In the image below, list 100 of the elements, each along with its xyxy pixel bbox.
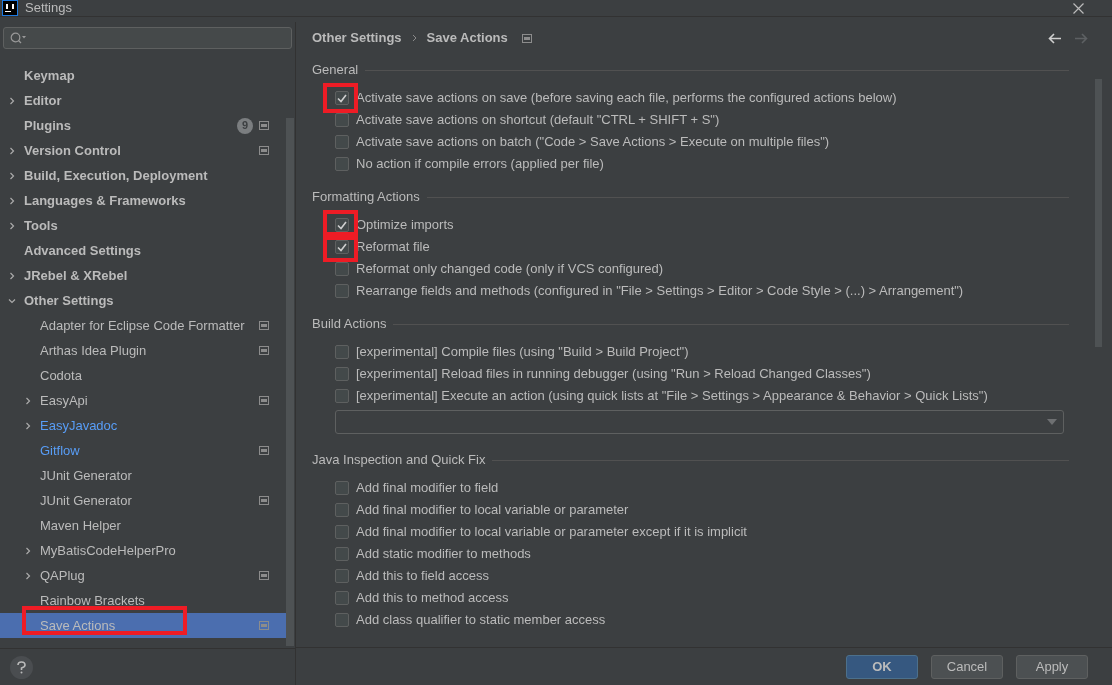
checkbox[interactable]: [335, 389, 349, 403]
back-arrow-icon[interactable]: [1048, 32, 1062, 44]
checkbox-label: No action if compile errors (applied per file): [356, 155, 604, 174]
checkbox[interactable]: [335, 135, 349, 149]
count-badge: 9: [237, 117, 253, 134]
app-logo-icon: [2, 0, 18, 16]
chevron-right-icon[interactable]: [8, 221, 16, 230]
chevron-right-icon[interactable]: [24, 421, 32, 430]
checkbox[interactable]: [335, 591, 349, 605]
checkbox[interactable]: [335, 547, 349, 561]
sidebar-item[interactable]: Build, Execution, Deployment: [0, 163, 286, 188]
checkbox-label: Add static modifier to methods: [356, 545, 531, 564]
chevron-right-icon[interactable]: [24, 571, 32, 580]
checkbox[interactable]: [335, 157, 349, 171]
sidebar-item[interactable]: EasyApi: [0, 388, 286, 413]
sidebar-item[interactable]: EasyJavadoc: [0, 413, 286, 438]
checkbox[interactable]: [335, 525, 349, 539]
sidebar-item-label: QAPlug: [40, 566, 85, 585]
sidebar-item-label: JUnit Generator: [40, 466, 132, 485]
close-icon[interactable]: [1073, 2, 1084, 14]
checkbox[interactable]: [335, 284, 349, 298]
sidebar-item-label: Arthas Idea Plugin: [40, 341, 147, 360]
checkbox[interactable]: [335, 91, 349, 105]
chevron-right-icon[interactable]: [24, 396, 32, 405]
sidebar-item[interactable]: Keymap: [0, 63, 286, 88]
sidebar-item[interactable]: JRebel & XRebel: [0, 263, 286, 288]
sidebar-item[interactable]: Rainbow Brackets: [0, 588, 286, 613]
sidebar-item-label: Maven Helper: [40, 516, 121, 535]
breadcrumb-current: Save Actions: [426, 29, 508, 48]
chevron-right-icon[interactable]: [8, 171, 16, 180]
chevron-right-icon[interactable]: [24, 546, 32, 555]
sidebar-item-label: JRebel & XRebel: [24, 266, 128, 285]
section-title: General: [312, 61, 359, 80]
checkbox-label: Add this to method access: [356, 589, 509, 608]
checkmark-icon: [337, 93, 347, 103]
sidebar-item[interactable]: Maven Helper: [0, 513, 286, 538]
window-title: Settings: [25, 0, 72, 18]
sidebar-item[interactable]: JUnit Generator: [0, 463, 286, 488]
scrollbar[interactable]: [286, 118, 294, 646]
checkbox-label: Rearrange fields and methods (configured in "File > Settings > Editor > Code Style > (...) > Arrangement"): [356, 282, 964, 301]
checkbox-label: Add class qualifier to static member access: [356, 611, 606, 630]
sidebar-item[interactable]: MyBatisCodeHelperPro: [0, 538, 286, 563]
checkbox-label: Optimize imports: [356, 216, 454, 235]
checkbox[interactable]: [335, 569, 349, 583]
sidebar-item[interactable]: QAPlug: [0, 563, 286, 588]
checkbox[interactable]: [335, 503, 349, 517]
breadcrumb-separator-icon: [411, 34, 417, 42]
sidebar-item-label: Gitflow: [40, 441, 80, 460]
checkbox[interactable]: [335, 113, 349, 127]
checkbox[interactable]: [335, 218, 349, 232]
sidebar-item[interactable]: Arthas Idea Plugin: [0, 338, 286, 363]
checkbox-label: Activate save actions on batch ("Code > Save Actions > Execute on multiple files"): [356, 133, 830, 152]
checkbox[interactable]: [335, 613, 349, 627]
checkbox[interactable]: [335, 481, 349, 495]
sidebar-item[interactable]: Version Control: [0, 138, 286, 163]
sidebar-item[interactable]: Tools: [0, 213, 286, 238]
sidebar-item-label: EasyApi: [40, 391, 88, 410]
sidebar-item-label: EasyJavadoc: [40, 416, 118, 435]
checkbox[interactable]: [335, 240, 349, 254]
sidebar-item[interactable]: Adapter for Eclipse Code Formatter: [0, 313, 286, 338]
dialog-button[interactable]: OK: [846, 654, 918, 679]
checkbox[interactable]: [335, 367, 349, 381]
section-title: Build Actions: [312, 315, 387, 334]
chevron-right-icon[interactable]: [8, 196, 16, 205]
dialog-button[interactable]: Cancel: [931, 654, 1003, 679]
sidebar-item-label: Build, Execution, Deployment: [24, 166, 208, 185]
chevron-right-icon[interactable]: [8, 271, 16, 280]
sidebar-item-label: Rainbow Brackets: [40, 591, 145, 610]
sidebar-item-label: MyBatisCodeHelperPro: [40, 541, 176, 560]
checkbox-label: [experimental] Compile files (using "Build > Build Project"): [356, 343, 689, 362]
sidebar-item-label: Adapter for Eclipse Code Formatter: [40, 316, 245, 335]
checkbox-label: Add final modifier to field: [356, 479, 499, 498]
sidebar-item-label: Plugins: [24, 116, 71, 135]
checkmark-icon: [337, 220, 347, 230]
sidebar-item[interactable]: Other Settings: [0, 288, 286, 313]
sidebar-item[interactable]: Languages & Frameworks: [0, 188, 286, 213]
sidebar-item[interactable]: JUnit Generator: [0, 488, 286, 513]
checkbox-label: Add final modifier to local variable or parameter: [356, 501, 629, 520]
checkbox[interactable]: [335, 262, 349, 276]
help-icon: [17, 660, 26, 674]
chevron-down-icon[interactable]: [8, 296, 16, 305]
sidebar-item[interactable]: Editor: [0, 88, 286, 113]
checkbox-label: Add final modifier to local variable or parameter except if it is implicit: [356, 523, 747, 542]
checkbox[interactable]: [335, 345, 349, 359]
sidebar-item[interactable]: Codota: [0, 363, 286, 388]
section-title: Formatting Actions: [312, 188, 420, 207]
chevron-right-icon[interactable]: [8, 96, 16, 105]
sidebar-item[interactable]: Gitflow: [0, 438, 286, 463]
search-field[interactable]: [3, 27, 292, 49]
breadcrumb-item[interactable]: Other Settings: [312, 28, 402, 48]
help-button[interactable]: [10, 655, 33, 679]
chevron-right-icon[interactable]: [8, 146, 16, 155]
checkbox-label: [experimental] Execute an action (using quick lists at "File > Settings > Appearance & Behavior > Quick Lists"): [356, 387, 988, 406]
action-dropdown[interactable]: [335, 410, 1064, 434]
sidebar-item[interactable]: Advanced Settings: [0, 238, 286, 263]
section-title: Java Inspection and Quick Fix: [312, 451, 486, 470]
dialog-button[interactable]: Apply: [1016, 654, 1088, 679]
checkbox-label: Reformat only changed code (only if VCS configured): [356, 260, 664, 279]
sidebar-item[interactable]: Plugins 9: [0, 113, 286, 138]
sidebar-item-label: Advanced Settings: [24, 241, 142, 260]
